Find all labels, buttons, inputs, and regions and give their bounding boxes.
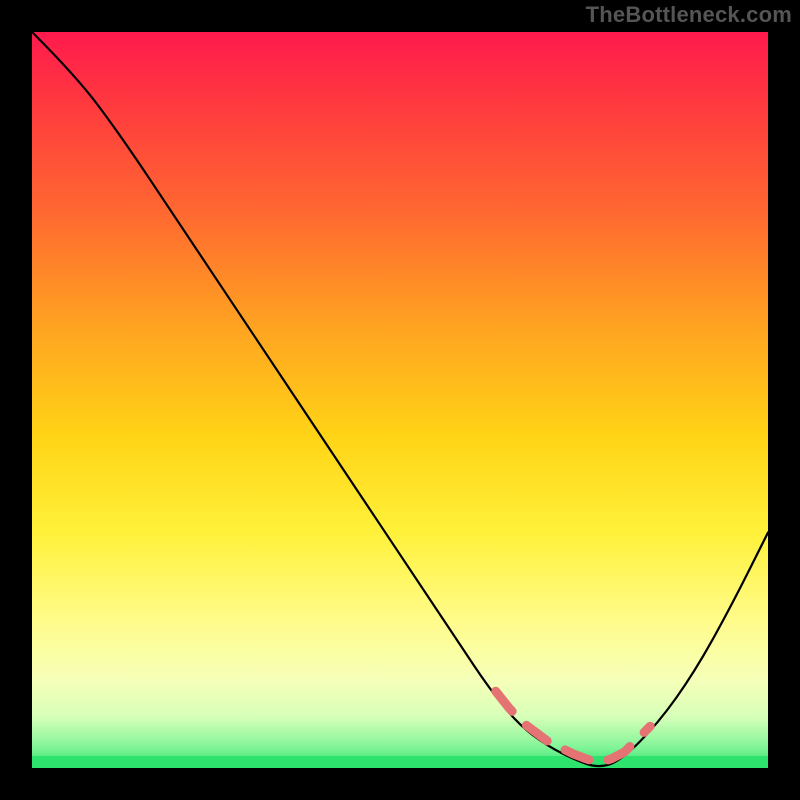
plot-area: [32, 32, 768, 768]
chart-frame: TheBottleneck.com: [0, 0, 800, 800]
chart-svg: [32, 32, 768, 768]
optimal-range-marker: [496, 691, 651, 763]
optimal-band: [32, 756, 768, 768]
bottleneck-curve: [32, 32, 768, 766]
watermark-text: TheBottleneck.com: [586, 2, 792, 28]
